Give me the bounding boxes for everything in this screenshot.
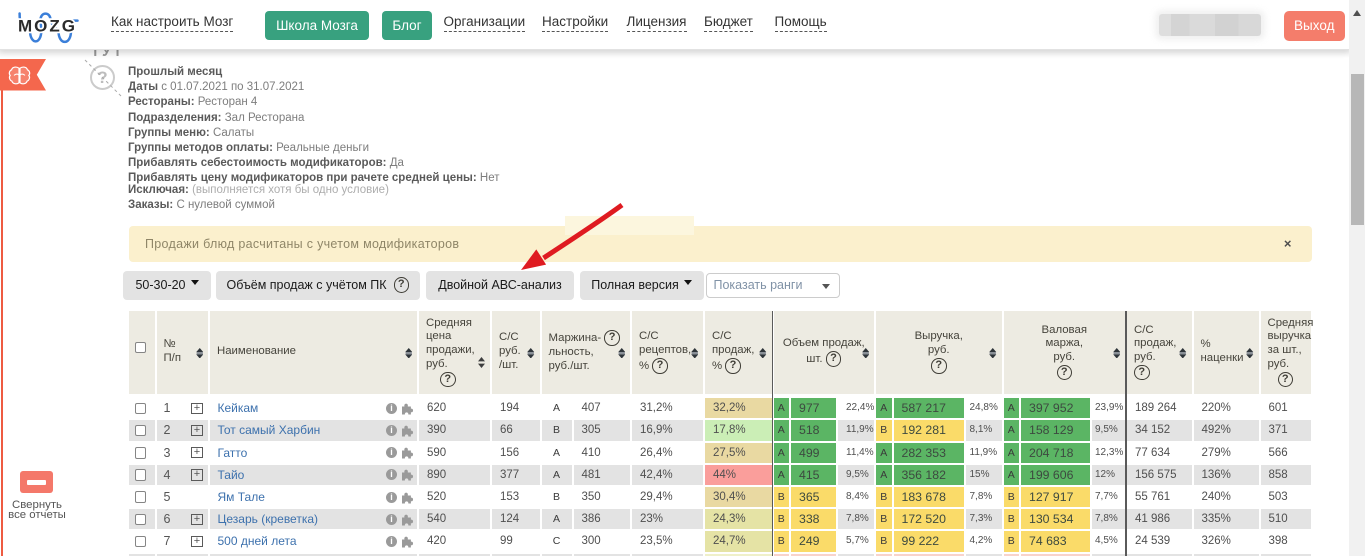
svg-text:MOZG: MOZG [18, 17, 77, 36]
